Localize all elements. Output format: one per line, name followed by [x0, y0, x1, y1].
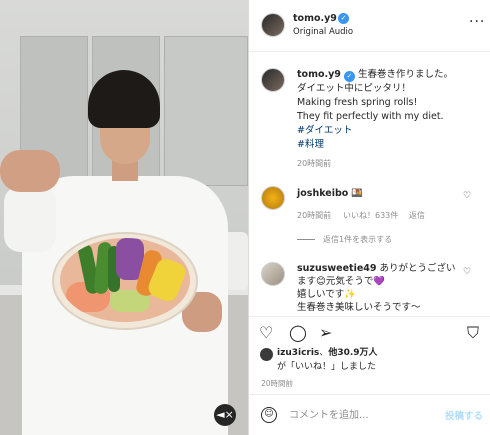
reply-button[interactable]: 返信: [409, 210, 425, 221]
comment-likes[interactable]: いいね！633件: [343, 210, 398, 221]
comment-text: 生春巻き美味しいそうです〜: [297, 302, 421, 313]
caption-line: Making fresh spring rolls!: [297, 97, 418, 108]
likes-others-link[interactable]: 他30.9万人: [328, 348, 377, 358]
commenter-avatar[interactable]: [261, 262, 285, 286]
instagram-post-window: ◄× tomo.y9 ✓ Original Audio ··· tomo.y9 …: [0, 0, 490, 435]
caption-line: 生春巻き作りました。: [357, 69, 453, 80]
post-side-panel: tomo.y9 ✓ Original Audio ··· tomo.y9 ✓ 生…: [248, 0, 490, 435]
more-icon[interactable]: ···: [469, 14, 485, 30]
like-icon[interactable]: ♡: [259, 323, 273, 342]
caption-author-avatar[interactable]: [261, 68, 285, 92]
caption-line: They fit perfectly with my diet.: [297, 111, 444, 122]
author-username[interactable]: tomo.y9: [293, 13, 337, 24]
comment-body: suzusweetie49 ありがとうござい ます😊元気そうで💜 嬉しいです✨ …: [297, 262, 473, 314]
post-caption: tomo.y9 ✓ 生春巻き作りました。 ダイエット中にピッタリ！ Making…: [297, 68, 487, 152]
liker-username[interactable]: izu3icris: [277, 348, 319, 358]
likes-summary: izu3icris、他30.9万人 が「いいね！」しました: [277, 348, 378, 372]
post-comment-button[interactable]: 投稿する: [445, 408, 483, 422]
view-replies-link[interactable]: 返信1件を表示する: [323, 234, 392, 245]
comment-text: 🍱: [351, 188, 364, 199]
verified-badge-icon: ✓: [338, 13, 349, 24]
person-sleeve: [4, 186, 56, 252]
comment-text: ありがとうござい: [379, 263, 456, 274]
share-icon[interactable]: ➢: [319, 323, 332, 342]
kitchen-cabinet: [164, 36, 248, 186]
comment-icon[interactable]: ◯: [289, 323, 307, 342]
hashtag-link[interactable]: #料理: [297, 139, 324, 150]
post-header: tomo.y9 ✓ Original Audio ···: [249, 0, 490, 52]
post-video[interactable]: ◄×: [0, 0, 248, 435]
commenter-avatar[interactable]: [261, 186, 285, 210]
hashtag-link[interactable]: #ダイエット: [297, 125, 352, 136]
replies-divider: [297, 239, 315, 240]
comment-text: 嬉しいです✨: [297, 289, 357, 300]
comment-username[interactable]: joshkeibo: [297, 188, 348, 199]
comment-input[interactable]: [289, 407, 429, 423]
caption-line: ダイエット中にピッタリ！: [297, 83, 411, 94]
like-comment-icon[interactable]: ♡: [463, 191, 471, 201]
verified-badge-icon: ✓: [343, 71, 355, 82]
author-avatar[interactable]: [261, 13, 285, 37]
comment-body: joshkeibo 🍱: [297, 187, 363, 200]
liker-avatar[interactable]: [260, 348, 273, 361]
comment-text: ます😊元気そうで💜: [297, 276, 386, 287]
emoji-icon[interactable]: ☺: [261, 407, 277, 423]
person-pointing-arm: [0, 150, 60, 192]
mute-icon[interactable]: ◄×: [214, 404, 236, 426]
comment-username[interactable]: suzusweetie49: [297, 263, 377, 274]
comment-bar: ☺ 投稿する: [249, 394, 490, 435]
audio-label[interactable]: Original Audio: [293, 27, 353, 37]
caption-username[interactable]: tomo.y9: [297, 69, 341, 80]
save-icon[interactable]: ⛉: [467, 323, 479, 343]
likes-suffix: が「いいね！」しました: [277, 362, 377, 372]
spring-roll-ingredients: [60, 238, 190, 322]
post-time: 20時間前: [261, 379, 294, 388]
caption-time: 20時間前: [297, 159, 332, 168]
comment-time: 20時間前: [297, 211, 332, 220]
like-comment-icon[interactable]: ♡: [463, 267, 471, 277]
